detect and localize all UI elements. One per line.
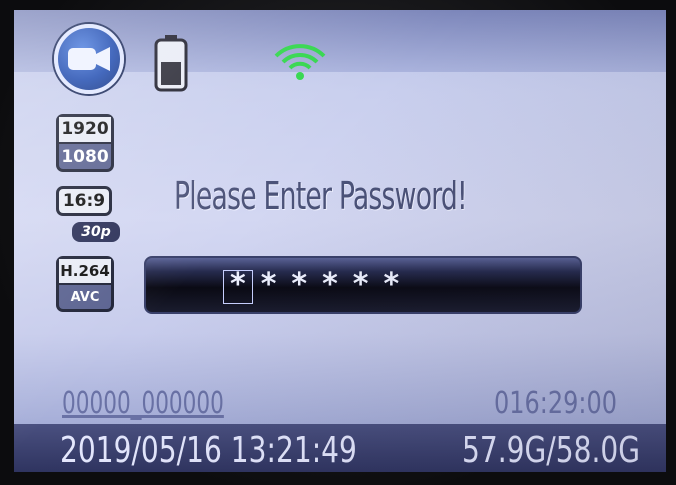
resolution-width: 1920: [59, 117, 111, 144]
codec-name: H.264: [59, 259, 111, 285]
date-time: 2019/05/16 13:21:49: [60, 430, 357, 471]
password-prompt: Please Enter Password!: [174, 174, 468, 218]
aspect-ratio-badge: 16:9: [56, 186, 112, 216]
codec-badge: H.264 AVC: [56, 256, 114, 312]
battery-icon: [154, 34, 188, 92]
camera-lcd-screen: 1920 1080 16:9 30p H.264 AVC Please Ente…: [14, 10, 666, 472]
video-camera-icon[interactable]: [54, 24, 124, 94]
resolution-badge: 1920 1080: [56, 114, 114, 172]
storage-usage: 57.9G/58.0G: [462, 430, 641, 471]
wifi-icon: [272, 40, 328, 82]
frame-rate-badge: 30p: [72, 222, 120, 242]
codec-profile: AVC: [70, 290, 100, 305]
password-masked-value: ******: [230, 267, 415, 302]
recording-time: 016:29:00: [494, 386, 618, 421]
resolution-height: 1080: [61, 147, 109, 167]
password-field[interactable]: ******: [144, 256, 582, 314]
file-name: 00000_000000: [62, 386, 224, 421]
